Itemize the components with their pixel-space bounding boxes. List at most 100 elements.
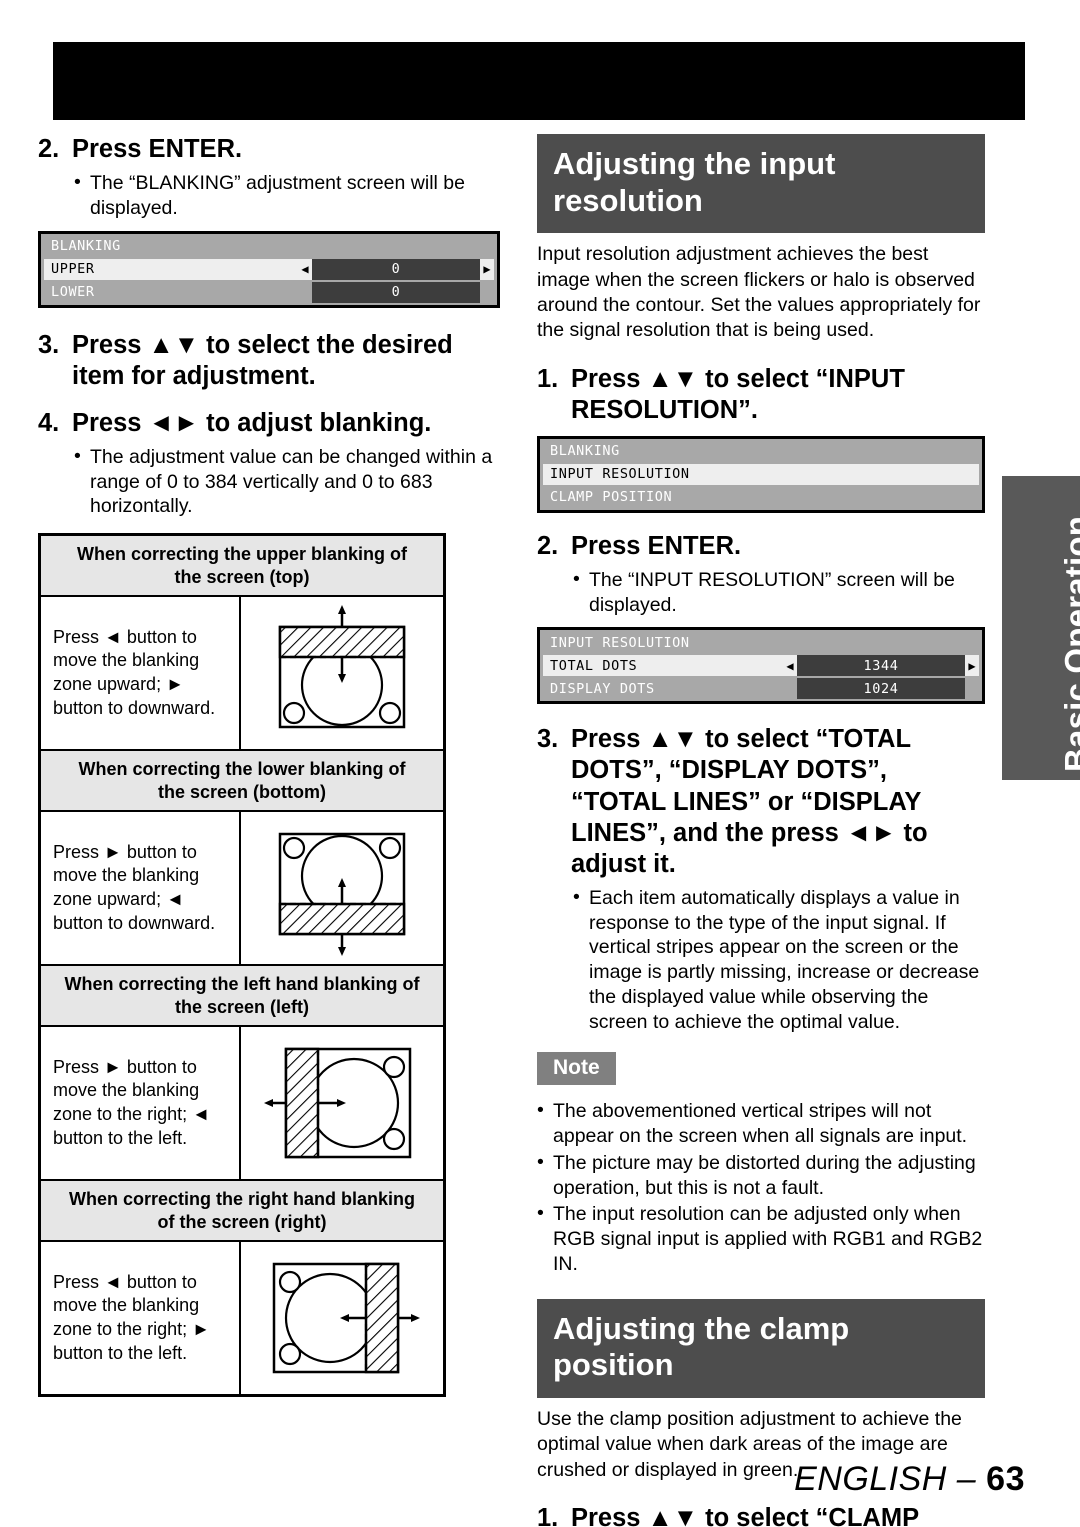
step-4-title: Press ◄► to adjust blanking. — [72, 408, 432, 437]
step-2-bullets: The “BLANKING” adjustment screen will be… — [38, 170, 500, 221]
right-arrow-icon: ▶ — [480, 282, 494, 303]
osd-row[interactable]: CLAMP POSITION — [543, 486, 979, 508]
blanking-correction-table: When correcting the upper blanking of th… — [38, 533, 446, 1398]
osd-row-label: TOTAL DOTS — [550, 657, 638, 674]
section-heading-input-resolution: Adjusting the input resolution — [537, 134, 985, 234]
step-3-number: 3. — [38, 330, 60, 359]
left-arrow-icon: ◀ — [298, 282, 312, 303]
step-3-number: 3. — [537, 725, 559, 754]
step-1-select-clamp-position: 1. Press ▲▼ to select “CLAMP POSITION”. — [537, 1503, 985, 1527]
osd-row: INPUT RESOLUTION — [543, 632, 979, 654]
step-2-press-enter-right: 2. Press ENTER. — [537, 531, 985, 562]
section-side-tab-label: Basic Operation — [1058, 515, 1080, 772]
step-2-number: 2. — [38, 135, 60, 163]
list-item: Each item automatically displays a value… — [573, 885, 985, 1035]
blanking-bottom-diagram — [278, 832, 406, 957]
header-black-bar — [53, 42, 1025, 120]
list-item: The abovementioned vertical stripes will… — [537, 1098, 985, 1149]
table-cell-diagram — [241, 1242, 443, 1394]
osd-row-label: CLAMP POSITION — [550, 489, 673, 506]
osd-main-menu-screen: BLANKING INPUT RESOLUTION CLAMP POSITION — [537, 435, 985, 513]
note-bullets: The abovementioned vertical stripes will… — [537, 1098, 985, 1276]
table-row: Press ► button to move the blanking zone… — [41, 1027, 443, 1182]
blanking-right-diagram — [272, 1262, 420, 1374]
osd-row[interactable]: LOWER ◀ 0 ▶ — [44, 281, 494, 303]
step-1-select-input-resolution: 1. Press ▲▼ to select “INPUT RESOLUTION”… — [537, 364, 985, 426]
blanking-top-diagram — [278, 605, 406, 729]
table-cell-diagram — [241, 597, 443, 749]
osd-row[interactable]: DISPLAY DOTS ◀ 1024 ▶ — [543, 678, 979, 700]
left-arrow-icon[interactable]: ◀ — [783, 655, 797, 676]
osd-row-label: LOWER — [51, 284, 95, 301]
table-cell-instruction: Press ► button to move the blanking zone… — [41, 1027, 241, 1180]
osd-row[interactable]: INPUT RESOLUTION — [543, 463, 979, 485]
osd-row-label: BLANKING — [550, 443, 620, 460]
osd-row-label: UPPER — [51, 261, 95, 278]
osd-blanking-screen: BLANKING UPPER ◀ 0 ▶ LOWER ◀ 0 ▶ — [38, 230, 500, 308]
table-cell-instruction: Press ► button to move the blanking zone… — [41, 812, 241, 965]
footer-page-number: 63 — [986, 1460, 1025, 1498]
osd-input-resolution-screen: INPUT RESOLUTION TOTAL DOTS ◀ 1344 ▶ DIS… — [537, 627, 985, 705]
left-arrow-icon: ◀ — [783, 678, 797, 699]
step-3-bullets: Each item automatically displays a value… — [537, 885, 985, 1035]
osd-row: BLANKING — [44, 235, 494, 257]
list-item: The input resolution can be adjusted onl… — [537, 1201, 985, 1276]
table-cell-instruction: Press ◄ button to move the blanking zone… — [41, 597, 241, 750]
page-footer: ENGLISH – 63 — [794, 1460, 1025, 1499]
table-row-header: When correcting the left hand blanking o… — [41, 966, 443, 1028]
osd-row[interactable]: TOTAL DOTS ◀ 1344 ▶ — [543, 655, 979, 677]
step-2-title: Press ENTER. — [571, 531, 742, 560]
right-column: Adjusting the input resolution Input res… — [537, 134, 985, 1527]
step-3-select-item: 3. Press ▲▼ to select the desired item f… — [38, 330, 500, 392]
step-3-title: Press ▲▼ to select the desired item for … — [72, 330, 453, 390]
step-2-title: Press ENTER. — [72, 135, 243, 163]
osd-row-value: 1344 — [797, 655, 965, 677]
step-1-number: 1. — [537, 364, 559, 393]
step-3-select-dots-lines: 3. Press ▲▼ to select “TOTAL DOTS”, “DIS… — [537, 724, 985, 880]
step-4-bullets: The adjustment value can be changed with… — [38, 444, 500, 519]
table-cell-diagram — [241, 812, 443, 964]
step-2-press-enter: 2. Press ENTER. — [38, 134, 500, 165]
manual-page: Basic Operation 2. Press ENTER. The “BLA… — [0, 0, 1080, 1527]
step-1-title: Press ▲▼ to select “INPUT RESOLUTION”. — [571, 364, 905, 424]
osd-row-value: 0 — [312, 281, 480, 303]
osd-row-value: 1024 — [797, 678, 965, 700]
osd-row[interactable]: BLANKING — [543, 440, 979, 462]
osd-row-label: BLANKING — [51, 238, 121, 255]
table-cell-instruction: Press ◄ button to move the blanking zone… — [41, 1242, 241, 1395]
left-arrow-icon[interactable]: ◀ — [298, 259, 312, 280]
osd-row-label: DISPLAY DOTS — [550, 680, 655, 697]
table-row: Press ◄ button to move the blanking zone… — [41, 1242, 443, 1395]
osd-row-label: INPUT RESOLUTION — [550, 634, 690, 651]
footer-language: ENGLISH – — [794, 1460, 987, 1498]
right-arrow-icon[interactable]: ▶ — [480, 259, 494, 280]
step-4-number: 4. — [38, 408, 60, 437]
table-cell-diagram — [241, 1027, 443, 1179]
table-row-header: When correcting the right hand blanking … — [41, 1181, 443, 1243]
note-badge: Note — [537, 1052, 616, 1086]
list-item: The adjustment value can be changed with… — [74, 444, 500, 519]
section-heading-clamp-position: Adjusting the clamp position — [537, 1298, 985, 1398]
table-row: Press ► button to move the blanking zone… — [41, 812, 443, 967]
table-row-header: When correcting the upper blanking of th… — [41, 536, 443, 598]
section-side-tab: Basic Operation — [1002, 476, 1080, 780]
table-row: Press ◄ button to move the blanking zone… — [41, 597, 443, 752]
step-1-clamp-title: Press ▲▼ to select “CLAMP POSITION”. — [571, 1503, 919, 1527]
table-row-header: When correcting the lower blanking of th… — [41, 751, 443, 813]
blanking-left-diagram — [264, 1047, 412, 1159]
osd-row-value: 0 — [312, 258, 480, 280]
osd-row-label: INPUT RESOLUTION — [550, 466, 690, 483]
step-2-bullets-right: The “INPUT RESOLUTION” screen will be di… — [537, 567, 985, 618]
intro-paragraph-input-resolution: Input resolution adjustment achieves the… — [537, 243, 981, 342]
list-item: The picture may be distorted during the … — [537, 1150, 985, 1201]
osd-row[interactable]: UPPER ◀ 0 ▶ — [44, 258, 494, 280]
step-2-number: 2. — [537, 531, 559, 560]
step-1-clamp-number: 1. — [537, 1503, 559, 1527]
left-column: 2. Press ENTER. The “BLANKING” adjustmen… — [38, 134, 500, 1398]
right-arrow-icon[interactable]: ▶ — [965, 655, 979, 676]
list-item: The “INPUT RESOLUTION” screen will be di… — [573, 567, 985, 618]
right-arrow-icon: ▶ — [965, 678, 979, 699]
step-3-title: Press ▲▼ to select “TOTAL DOTS”, “DISPLA… — [571, 725, 928, 878]
list-item: The “BLANKING” adjustment screen will be… — [74, 170, 500, 221]
step-4-adjust-blanking: 4. Press ◄► to adjust blanking. — [38, 408, 500, 439]
